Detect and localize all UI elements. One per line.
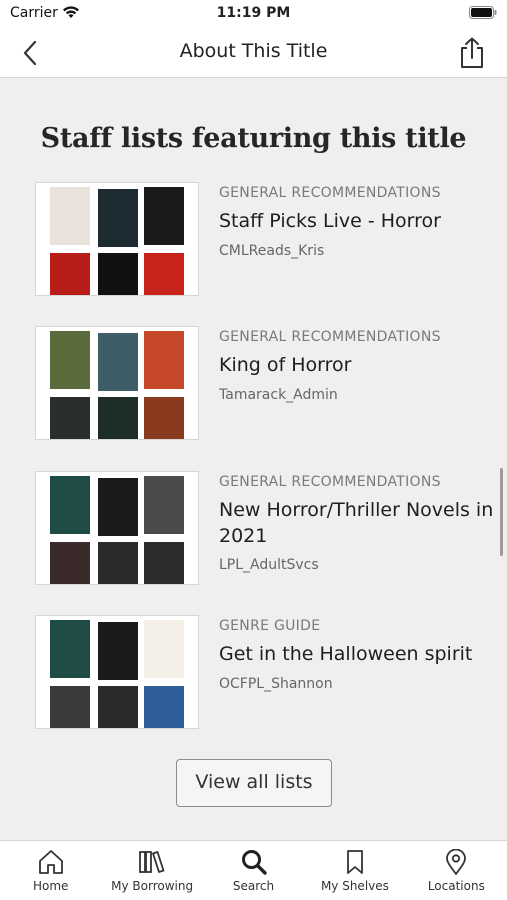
- book-cover: [144, 542, 184, 584]
- list-title: New Horror/Thriller Novels in 2021: [219, 499, 494, 547]
- nav-bar: About This Title: [0, 28, 507, 78]
- tab-home[interactable]: Home: [0, 841, 101, 900]
- list-title: King of Horror: [219, 354, 352, 376]
- book-cover: [98, 542, 138, 584]
- location-pin-icon: [446, 849, 467, 875]
- list-category: GENERAL RECOMMENDATIONS: [219, 185, 441, 201]
- list-thumbnail: [35, 471, 199, 585]
- scroll-indicator[interactable]: [500, 468, 503, 556]
- book-cover: [98, 686, 138, 728]
- book-cover: [50, 476, 90, 534]
- section-title: Staff lists featuring this title: [40, 123, 467, 154]
- share-icon: [461, 37, 483, 68]
- tab-my-shelves[interactable]: My Shelves: [304, 841, 405, 900]
- list-owner: LPL_AdultSvcs: [219, 557, 319, 573]
- staff-list-item[interactable]: GENERAL RECOMMENDATIONS Staff Picks Live…: [35, 182, 495, 298]
- tab-label: Home: [32, 879, 69, 893]
- view-all-lists-button[interactable]: View all lists: [176, 759, 332, 807]
- book-cover: [50, 253, 90, 295]
- tab-label: Locations: [427, 879, 485, 893]
- tab-label: My Borrowing: [111, 879, 194, 893]
- book-cover: [50, 187, 90, 245]
- search-icon: [241, 850, 267, 875]
- book-cover: [144, 476, 184, 534]
- book-cover: [50, 542, 90, 584]
- share-button[interactable]: [457, 36, 487, 70]
- book-cover: [98, 253, 138, 295]
- book-cover: [144, 397, 184, 439]
- book-cover: [144, 620, 184, 678]
- list-thumbnail: [35, 182, 199, 296]
- list-title: Get in the Halloween spirit: [219, 643, 473, 665]
- list-category: GENRE GUIDE: [219, 618, 321, 634]
- status-bar: Carrier 11:19 PM: [0, 0, 507, 28]
- tab-bar: Home My Borrowing Search My Shelves Loca…: [0, 840, 507, 900]
- book-cover: [50, 397, 90, 439]
- tab-my-borrowing[interactable]: My Borrowing: [101, 841, 202, 900]
- list-owner: Tamarack_Admin: [219, 387, 338, 403]
- bookmark-icon: [347, 850, 363, 874]
- book-cover: [144, 331, 184, 389]
- status-time: 11:19 PM: [216, 5, 291, 21]
- staff-list-item[interactable]: GENERAL RECOMMENDATIONS New Horror/Thril…: [35, 471, 495, 587]
- list-title: Staff Picks Live - Horror: [219, 210, 441, 232]
- list-category: GENERAL RECOMMENDATIONS: [219, 329, 441, 345]
- staff-list-item[interactable]: GENRE GUIDE Get in the Halloween spirit …: [35, 615, 495, 731]
- tab-label: My Shelves: [320, 879, 389, 893]
- book-cover: [144, 187, 184, 245]
- list-owner: CMLReads_Kris: [219, 243, 325, 259]
- book-cover: [98, 478, 138, 536]
- book-cover: [144, 253, 184, 295]
- books-icon: [139, 851, 165, 873]
- tab-locations[interactable]: Locations: [406, 841, 507, 900]
- list-thumbnail: [35, 615, 199, 729]
- book-cover: [50, 686, 90, 728]
- list-category: GENERAL RECOMMENDATIONS: [219, 474, 441, 490]
- battery-icon: [469, 6, 497, 19]
- tab-search[interactable]: Search: [203, 841, 304, 900]
- staff-list-item[interactable]: GENERAL RECOMMENDATIONS King of Horror T…: [35, 326, 495, 442]
- book-cover: [50, 331, 90, 389]
- book-cover: [50, 620, 90, 678]
- content-area: Staff lists featuring this title GENERAL…: [0, 79, 507, 840]
- book-cover: [98, 622, 138, 680]
- tab-label: Search: [232, 879, 275, 893]
- book-cover: [144, 686, 184, 728]
- home-icon: [38, 850, 63, 874]
- list-thumbnail: [35, 326, 199, 440]
- book-cover: [98, 333, 138, 391]
- book-cover: [98, 189, 138, 247]
- book-cover: [98, 397, 138, 439]
- list-owner: OCFPL_Shannon: [219, 676, 333, 692]
- page-title: About This Title: [179, 40, 328, 62]
